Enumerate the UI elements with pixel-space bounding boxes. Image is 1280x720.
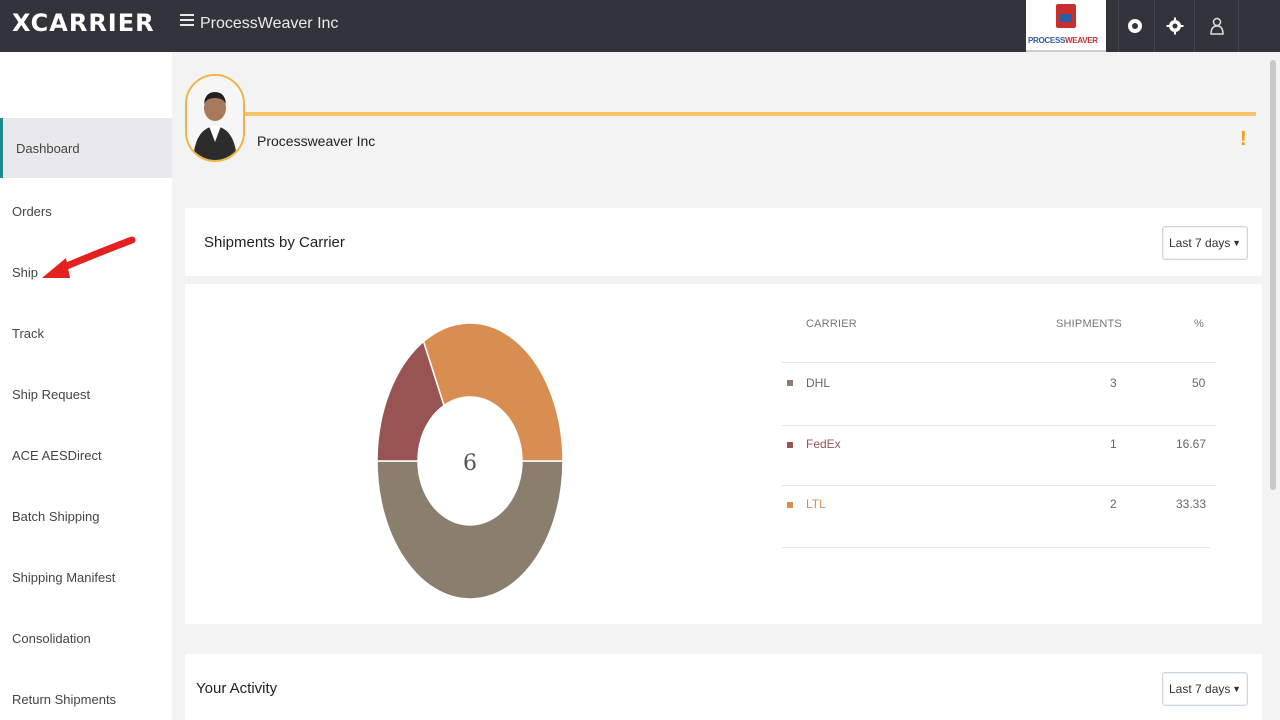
sidebar-item-shipping-manifest[interactable]: Shipping Manifest [0, 547, 172, 607]
top-bar: XCARRIER ProcessWeaver Inc PROCESSWEAVER [0, 0, 1280, 52]
hamburger-menu-icon[interactable] [180, 14, 194, 28]
legend-swatch-fedex [787, 442, 793, 448]
user-icon[interactable] [1204, 13, 1230, 39]
profile-divider [240, 112, 1256, 116]
company-logo: PROCESSWEAVER [1026, 0, 1106, 52]
activity-range-value: Last 7 days [1169, 682, 1231, 696]
percent-ltl: 33.33 [1176, 497, 1207, 511]
sidebar: Dashboard Orders Ship Track Ship Request… [0, 52, 172, 720]
shipments-card-body [185, 284, 1262, 624]
sidebar-item-ship-request[interactable]: Ship Request [0, 364, 172, 424]
shipments-count-fedex: 1 [1110, 437, 1117, 451]
chevron-down-icon: ▼ [1232, 238, 1241, 248]
sidebar-item-ace-aesdirect[interactable]: ACE AESDirect [0, 425, 172, 485]
activity-card-title: Your Activity [196, 680, 278, 697]
alert-icon[interactable]: ! [1240, 128, 1247, 151]
red-arrow-icon [42, 236, 136, 278]
legend-swatch-ltl [787, 502, 793, 508]
shipments-card-title: Shipments by Carrier [204, 234, 345, 251]
sidebar-item-consolidation[interactable]: Consolidation [0, 608, 172, 668]
brand-logo[interactable]: XCARRIER [12, 9, 155, 37]
activity-range-select[interactable]: Last 7 days ▼ [1162, 672, 1248, 706]
legend-swatch-dhl [787, 380, 793, 386]
org-name: ProcessWeaver Inc [200, 15, 339, 32]
carrier-name-dhl: DHL [806, 376, 831, 390]
shipments-donut-chart: 6 [376, 322, 564, 600]
sidebar-item-track[interactable]: Track [0, 303, 172, 363]
col-header-percent: % [1194, 318, 1204, 330]
shipments-card-header: Shipments by Carrier Last 7 days ▼ [185, 208, 1262, 276]
shipments-count-ltl: 2 [1110, 497, 1117, 511]
donut-total-label: 6 [463, 451, 477, 476]
activity-card-header: Your Activity Last 7 days ▼ [185, 654, 1262, 720]
processweaver-logo-icon [1056, 4, 1076, 28]
carrier-name-fedex: FedEx [806, 437, 841, 451]
shipments-range-select[interactable]: Last 7 days ▼ [1162, 226, 1248, 260]
shipments-range-value: Last 7 days [1169, 236, 1231, 250]
avatar[interactable] [185, 74, 245, 162]
sidebar-item-batch-shipping[interactable]: Batch Shipping [0, 486, 172, 546]
percent-fedex: 16.67 [1176, 437, 1207, 451]
sidebar-item-return-shipments[interactable]: Return Shipments [0, 669, 172, 720]
percent-dhl: 50 [1192, 376, 1206, 390]
col-header-carrier: CARRIER [806, 318, 857, 330]
profile-name: Processweaver Inc [257, 133, 376, 149]
donut-slice-ltl[interactable] [422, 322, 564, 462]
help-icon[interactable] [1122, 13, 1148, 39]
donut-slice-dhl[interactable] [376, 460, 564, 600]
col-header-shipments: SHIPMENTS [1056, 318, 1122, 330]
settings-icon[interactable] [1162, 13, 1188, 39]
shipments-count-dhl: 3 [1110, 376, 1117, 390]
carrier-name-ltl: LTL [806, 497, 826, 511]
logo-text: PROCESSWEAVER [1028, 36, 1098, 45]
chevron-down-icon: ▼ [1232, 684, 1241, 694]
page-scrollbar[interactable] [1270, 60, 1276, 490]
sidebar-item-dashboard[interactable]: Dashboard [0, 118, 172, 178]
